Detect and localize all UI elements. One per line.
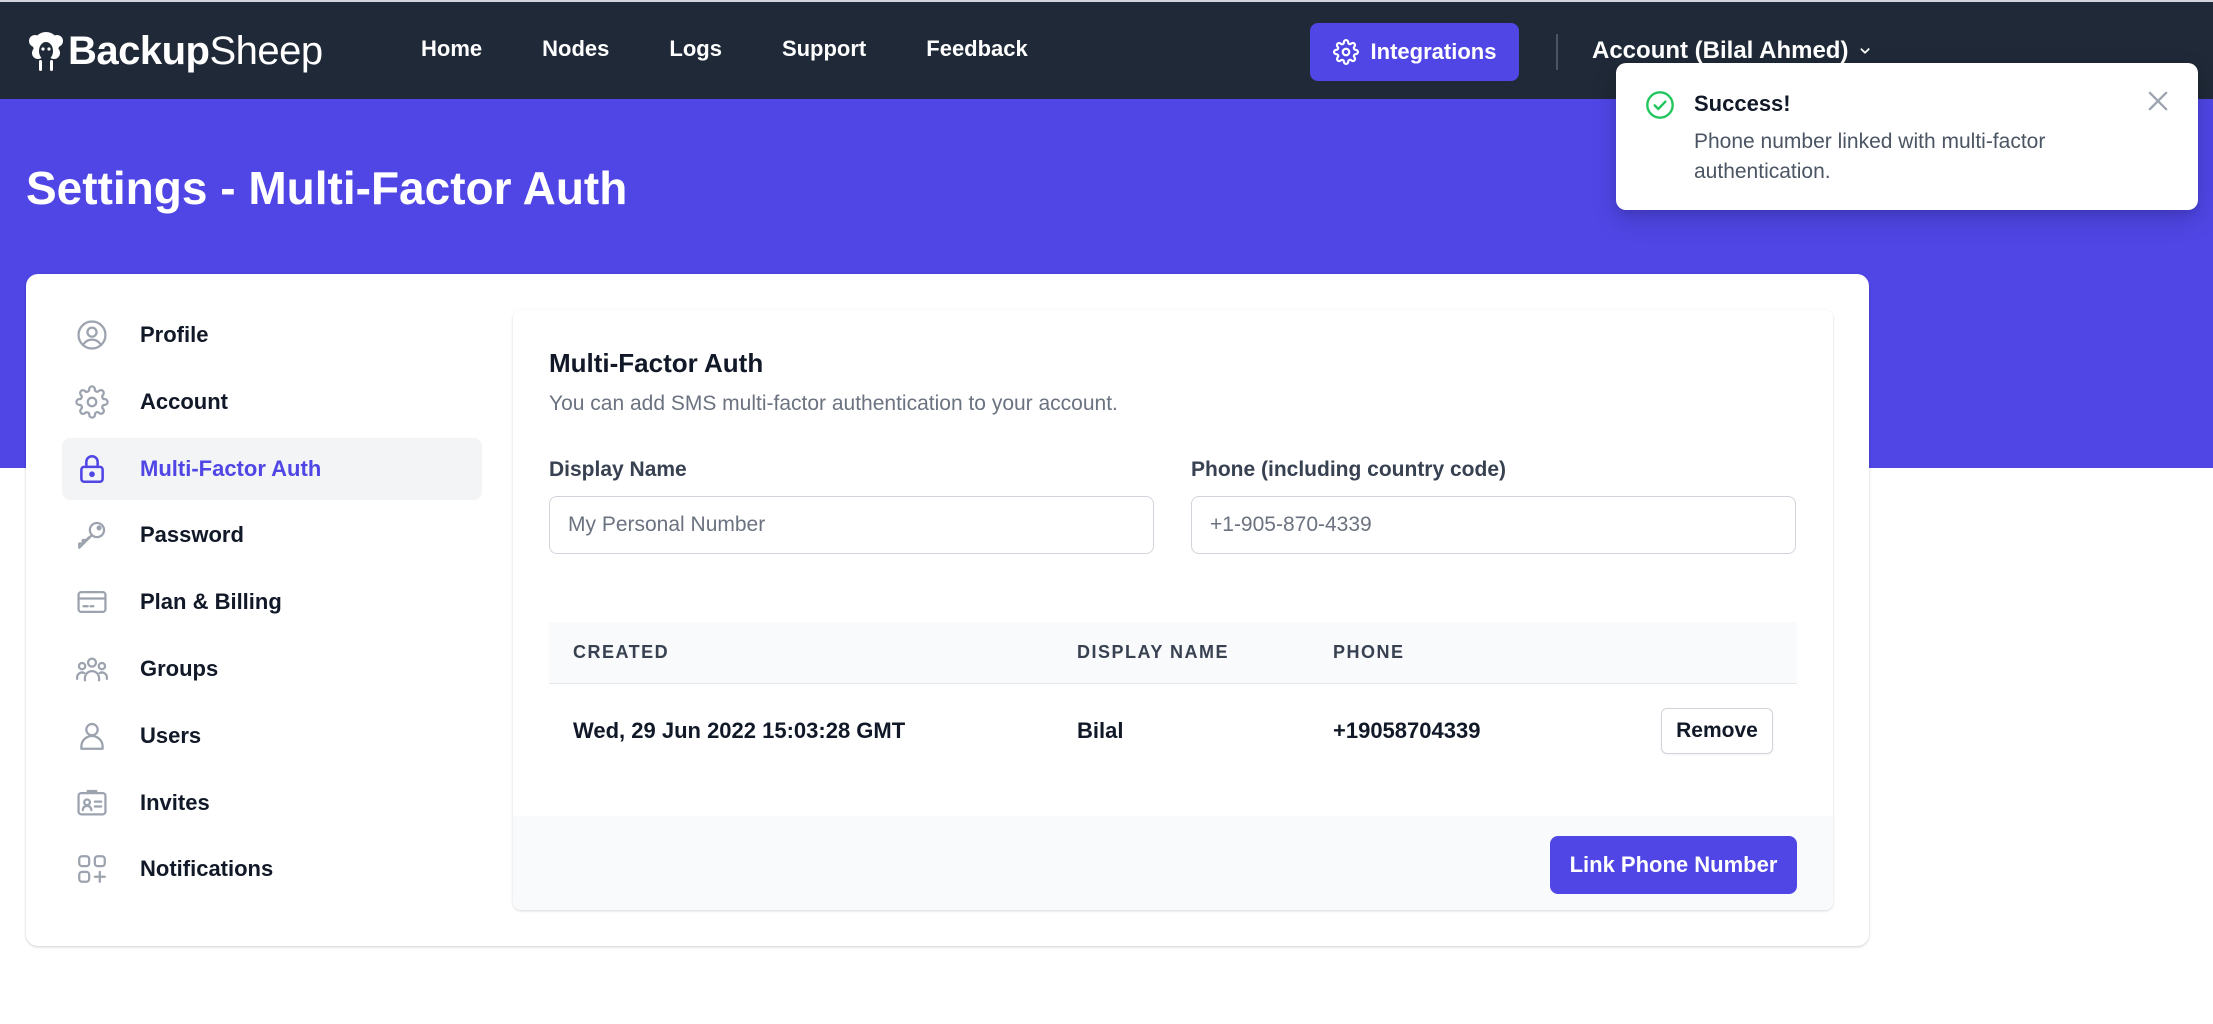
close-icon[interactable] [2144, 87, 2172, 115]
chevron-down-icon [1860, 48, 1871, 54]
mfa-panel: Multi-Factor Auth You can add SMS multi-… [513, 310, 1833, 910]
sidebar-item-label: Plan & Billing [140, 589, 282, 615]
sidebar-item-label: Invites [140, 789, 210, 815]
remove-button[interactable]: Remove [1661, 708, 1773, 754]
nav-support-link[interactable]: Support [782, 36, 866, 62]
sidebar-item-label: Users [140, 722, 202, 748]
link-phone-number-button[interactable]: Link Phone Number [1550, 836, 1797, 894]
sidebar-item-multi-factor-auth[interactable]: Multi-Factor Auth [62, 437, 482, 500]
panel-footer: Link Phone Number [513, 816, 1833, 910]
id-card-icon [74, 785, 110, 821]
user-circle-icon [74, 317, 110, 353]
table-row: Wed, 29 Jun 2022 15:03:28 GMT Bilal +190… [549, 684, 1797, 778]
key-icon [74, 517, 110, 553]
sidebar-item-invites[interactable]: Invites [62, 772, 482, 834]
page-title: Settings - Multi-Factor Auth [26, 162, 628, 214]
settings-card: Profile Account Multi-Factor Auth Passwo… [26, 274, 1869, 946]
check-circle-icon [1646, 91, 1674, 119]
cell-display-name: Bilal [1077, 718, 1124, 743]
main-nav: Home Nodes Logs Support Feedback [421, 36, 1088, 62]
user-group-icon [74, 651, 110, 687]
user-icon [74, 718, 110, 754]
phone-numbers-table: Created Display Name Phone Wed, 29 Jun 2… [549, 622, 1797, 778]
sheep-logo-icon [29, 32, 63, 71]
integrations-label: Integrations [1370, 39, 1497, 64]
display-name-label: Display Name [549, 458, 687, 481]
brand-logo[interactable]: BackupSheep [26, 24, 323, 78]
nav-divider [1556, 34, 1558, 70]
account-label: Account (Bilal Ahmed) [1592, 37, 1849, 64]
toast-message: Phone number linked with multi-factor au… [1694, 130, 2046, 183]
phone-input[interactable] [1191, 496, 1796, 554]
phone-label: Phone (including country code) [1191, 458, 1506, 481]
sidebar-item-users[interactable]: Users [62, 705, 482, 767]
success-toast: Success! Phone number linked with multi-… [1616, 63, 2198, 210]
sidebar-item-label: Notifications [140, 856, 274, 882]
sidebar-item-password[interactable]: Password [62, 504, 482, 566]
nav-home-link[interactable]: Home [421, 36, 482, 62]
sidebar-item-label: Password [140, 522, 244, 548]
brand-name: BackupSheep [68, 28, 323, 73]
credit-card-icon [74, 584, 110, 620]
lock-icon [74, 451, 110, 487]
sidebar-item-label: Multi-Factor Auth [140, 455, 322, 481]
account-dropdown[interactable]: Account (Bilal Ahmed) [1592, 37, 1874, 65]
sidebar-item-label: Groups [140, 655, 219, 681]
cell-phone: +19058704339 [1333, 718, 1481, 743]
nav-logs-link[interactable]: Logs [669, 36, 722, 62]
cell-created: Wed, 29 Jun 2022 15:03:28 GMT [573, 718, 906, 743]
nav-nodes-link[interactable]: Nodes [542, 36, 609, 62]
panel-description: You can add SMS multi-factor authenticat… [549, 392, 1118, 415]
apps-add-icon [74, 851, 110, 887]
integrations-button[interactable]: Integrations [1310, 23, 1519, 81]
toast-title: Success! [1694, 91, 1791, 116]
settings-sidebar: Profile Account Multi-Factor Auth Passwo… [62, 304, 482, 905]
sidebar-item-profile[interactable]: Profile [62, 304, 482, 366]
sidebar-item-account[interactable]: Account [62, 371, 482, 433]
column-header-created: Created [573, 642, 670, 662]
panel-title: Multi-Factor Auth [549, 348, 764, 378]
table-header: Created Display Name Phone [549, 622, 1797, 684]
column-header-display-name: Display Name [1077, 642, 1230, 662]
nav-feedback-link[interactable]: Feedback [926, 36, 1028, 62]
gear-icon [74, 384, 110, 420]
sidebar-item-plan-billing[interactable]: Plan & Billing [62, 571, 482, 633]
sidebar-item-notifications[interactable]: Notifications [62, 838, 482, 900]
column-header-phone: Phone [1333, 642, 1405, 662]
sidebar-item-label: Account [140, 388, 228, 414]
sidebar-item-label: Profile [140, 322, 209, 347]
gear-icon [1332, 39, 1359, 65]
sidebar-item-groups[interactable]: Groups [62, 638, 482, 700]
display-name-input[interactable] [549, 496, 1154, 554]
